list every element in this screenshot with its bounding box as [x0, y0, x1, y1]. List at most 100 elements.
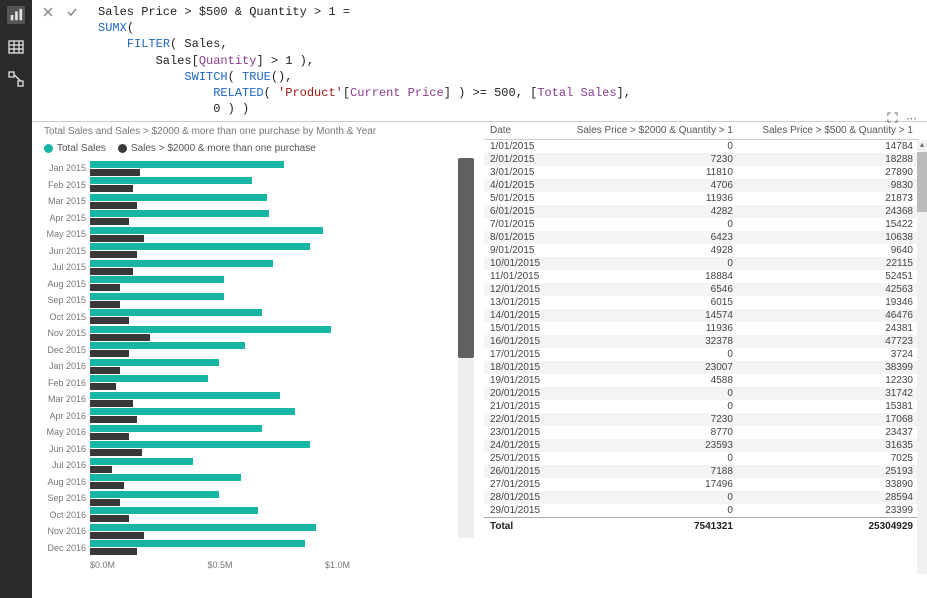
bar-total-sales[interactable]	[90, 342, 245, 349]
table-row[interactable]: 29/01/2015023399	[484, 504, 919, 518]
data-view-icon[interactable]	[7, 38, 25, 56]
bar-filtered-sales[interactable]	[90, 185, 133, 192]
table-row[interactable]: 27/01/20151749633890	[484, 478, 919, 491]
bar-total-sales[interactable]	[90, 194, 267, 201]
bar-filtered-sales[interactable]	[90, 218, 129, 225]
bar-total-sales[interactable]	[90, 260, 273, 267]
table-row[interactable]: 18/01/20152300738399	[484, 361, 919, 374]
table-row[interactable]: 13/01/2015601519346	[484, 296, 919, 309]
bar-total-sales[interactable]	[90, 161, 284, 168]
bar-total-sales[interactable]	[90, 177, 252, 184]
bar-total-sales[interactable]	[90, 474, 241, 481]
table-row[interactable]: 8/01/2015642310638	[484, 231, 919, 244]
bar-chart-visual[interactable]: Total Sales and Sales > $2000 & more tha…	[32, 118, 480, 598]
bar-filtered-sales[interactable]	[90, 235, 144, 242]
bar-filtered-sales[interactable]	[90, 367, 120, 374]
bar-filtered-sales[interactable]	[90, 515, 129, 522]
report-view-icon[interactable]	[7, 6, 25, 24]
table-row[interactable]: 3/01/20151181027890	[484, 166, 919, 179]
chart-scroll-thumb[interactable]	[458, 158, 474, 358]
chart-row: Apr 2016	[42, 408, 474, 425]
table-row[interactable]: 11/01/20151888452451	[484, 270, 919, 283]
table-row[interactable]: 17/01/201503724	[484, 348, 919, 361]
bar-total-sales[interactable]	[90, 408, 295, 415]
bar-filtered-sales[interactable]	[90, 334, 150, 341]
bar-filtered-sales[interactable]	[90, 350, 129, 357]
bar-total-sales[interactable]	[90, 326, 331, 333]
table-row[interactable]: 14/01/20151457446476	[484, 309, 919, 322]
bar-filtered-sales[interactable]	[90, 317, 129, 324]
bar-filtered-sales[interactable]	[90, 301, 120, 308]
bar-filtered-sales[interactable]	[90, 416, 137, 423]
table-row[interactable]: 2/01/2015723018288	[484, 153, 919, 166]
table-scroll-thumb[interactable]	[917, 152, 927, 212]
bar-total-sales[interactable]	[90, 507, 258, 514]
bar-filtered-sales[interactable]	[90, 548, 137, 555]
bar-filtered-sales[interactable]	[90, 202, 137, 209]
bar-total-sales[interactable]	[90, 243, 310, 250]
table-row[interactable]: 21/01/2015015381	[484, 400, 919, 413]
table-row[interactable]: 1/01/2015014784	[484, 140, 919, 154]
commit-formula-icon[interactable]	[66, 6, 80, 20]
bar-filtered-sales[interactable]	[90, 383, 116, 390]
table-row[interactable]: 10/01/2015022115	[484, 257, 919, 270]
chart-scrollbar[interactable]	[458, 158, 474, 538]
bar-filtered-sales[interactable]	[90, 449, 142, 456]
model-view-icon[interactable]	[7, 70, 25, 88]
col-header-measure-2000[interactable]: Sales Price > $2000 & Quantity > 1	[553, 122, 739, 140]
table-row[interactable]: 7/01/2015015422	[484, 218, 919, 231]
bar-total-sales[interactable]	[90, 425, 262, 432]
table-row[interactable]: 24/01/20152359331635	[484, 439, 919, 452]
bar-filtered-sales[interactable]	[90, 400, 133, 407]
table-row[interactable]: 23/01/2015877023437	[484, 426, 919, 439]
dax-formula-editor[interactable]: Sales Price > $500 & Quantity > 1 =SUMX(…	[90, 0, 639, 121]
bar-filtered-sales[interactable]	[90, 532, 144, 539]
table-row[interactable]: 19/01/2015458812230	[484, 374, 919, 387]
bar-total-sales[interactable]	[90, 276, 224, 283]
bar-total-sales[interactable]	[90, 227, 323, 234]
table-row[interactable]: 25/01/201507025	[484, 452, 919, 465]
table-scrollbar[interactable]: ▴	[917, 140, 927, 574]
table-visual[interactable]: ⋯ Date Sales Price > $2000 & Quantity > …	[480, 118, 927, 598]
table-row[interactable]: 16/01/20153237847723	[484, 335, 919, 348]
x-tick: $0.0M	[90, 560, 115, 570]
cell-date: 12/01/2015	[484, 283, 553, 296]
table-row[interactable]: 20/01/2015031742	[484, 387, 919, 400]
bar-filtered-sales[interactable]	[90, 466, 112, 473]
table-row[interactable]: 26/01/2015718825193	[484, 465, 919, 478]
chart-row: Mar 2015	[42, 193, 474, 210]
table-row[interactable]: 22/01/2015723017068	[484, 413, 919, 426]
bar-filtered-sales[interactable]	[90, 169, 140, 176]
category-label: Feb 2015	[42, 180, 90, 190]
focus-mode-icon[interactable]	[887, 112, 898, 126]
bar-total-sales[interactable]	[90, 375, 208, 382]
scroll-up-icon[interactable]: ▴	[917, 140, 927, 150]
bar-total-sales[interactable]	[90, 392, 280, 399]
bar-filtered-sales[interactable]	[90, 499, 120, 506]
bar-filtered-sales[interactable]	[90, 251, 137, 258]
more-options-icon[interactable]: ⋯	[906, 112, 917, 126]
bar-total-sales[interactable]	[90, 210, 269, 217]
category-label: May 2016	[42, 427, 90, 437]
bar-total-sales[interactable]	[90, 441, 310, 448]
table-row[interactable]: 5/01/20151193621873	[484, 192, 919, 205]
bar-total-sales[interactable]	[90, 540, 305, 547]
table-row[interactable]: 12/01/2015654642563	[484, 283, 919, 296]
bar-filtered-sales[interactable]	[90, 268, 133, 275]
cancel-formula-icon[interactable]	[42, 6, 56, 20]
table-row[interactable]: 4/01/201547069830	[484, 179, 919, 192]
table-row[interactable]: 9/01/201549289640	[484, 244, 919, 257]
bar-total-sales[interactable]	[90, 524, 316, 531]
table-row[interactable]: 15/01/20151193624381	[484, 322, 919, 335]
bar-total-sales[interactable]	[90, 293, 224, 300]
table-row[interactable]: 6/01/2015428224368	[484, 205, 919, 218]
bar-total-sales[interactable]	[90, 309, 262, 316]
bar-total-sales[interactable]	[90, 359, 219, 366]
bar-filtered-sales[interactable]	[90, 482, 124, 489]
bar-filtered-sales[interactable]	[90, 284, 120, 291]
col-header-date[interactable]: Date	[484, 122, 553, 140]
bar-total-sales[interactable]	[90, 458, 193, 465]
bar-total-sales[interactable]	[90, 491, 219, 498]
table-row[interactable]: 28/01/2015028594	[484, 491, 919, 504]
bar-filtered-sales[interactable]	[90, 433, 129, 440]
